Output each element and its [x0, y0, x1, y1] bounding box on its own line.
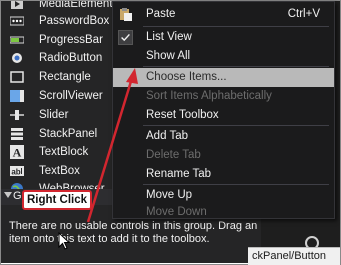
scroll-viewer-icon — [10, 89, 24, 103]
menu-item-move-down[interactable]: Move Down — [113, 203, 334, 222]
toolbox-item-label: Rectangle — [39, 70, 91, 83]
slider-icon — [10, 108, 24, 122]
svg-text:A: A — [13, 145, 22, 159]
menu-item-label: Move Up — [146, 189, 193, 201]
menu-separator — [143, 66, 329, 67]
menu-item-label: Reset Toolbox — [146, 109, 219, 121]
text-block-icon: A — [10, 144, 24, 159]
stack-panel-icon — [10, 127, 24, 141]
menu-separator — [143, 184, 329, 185]
menu-item-label: Show All — [146, 50, 191, 62]
menu-item-label: Delete Tab — [146, 149, 201, 161]
menu-separator — [143, 26, 329, 27]
menu-item-label: Paste — [146, 8, 176, 20]
paste-icon — [120, 8, 132, 21]
toolbox-item-label: TextBox — [39, 164, 80, 177]
toolbox-item-label: ProgressBar — [39, 33, 103, 46]
expand-arrow-icon[interactable] — [4, 192, 12, 198]
right-click-callout: Right Click — [22, 190, 92, 210]
progress-bar-icon — [10, 33, 24, 47]
menu-item-show-all[interactable]: Show All — [113, 47, 334, 66]
toolbox-item-label: MediaElement — [39, 1, 113, 10]
radio-button-icon — [10, 51, 24, 65]
toolbox-item-label: TextBlock — [39, 145, 89, 158]
menu-item-choose-items[interactable]: Choose Items... — [113, 68, 334, 87]
rectangle-icon — [10, 70, 24, 84]
menu-item-paste[interactable]: Paste Ctrl+V — [113, 5, 334, 24]
password-box-icon — [10, 14, 24, 28]
mouse-cursor-icon — [58, 232, 70, 250]
menu-item-rename-tab[interactable]: Rename Tab — [113, 165, 334, 184]
menu-separator — [143, 125, 329, 126]
toolbox-item-label: RadioButton — [39, 51, 103, 64]
group-label: G — [13, 190, 22, 202]
menu-item-shortcut: Ctrl+V — [287, 8, 320, 20]
toolbox-item-label: Slider — [39, 108, 69, 121]
menu-item-label: Rename Tab — [146, 168, 211, 180]
toolbox-item-label: ScrollViewer — [39, 89, 103, 102]
menu-item-add-tab[interactable]: Add Tab — [113, 127, 334, 146]
empty-group-message: There are no usable controls in this gro… — [9, 220, 258, 245]
menu-item-label: Move Down — [146, 206, 207, 218]
text-box-icon: ab — [10, 164, 24, 178]
menu-item-reset-toolbox[interactable]: Reset Toolbox — [113, 106, 334, 125]
checkmark-icon — [118, 30, 133, 45]
status-text: ckPanel/Button — [248, 247, 340, 265]
menu-item-sort-alphabetically[interactable]: Sort Items Alphabetically — [113, 87, 334, 106]
toolbox-item-label: PasswordBox — [39, 14, 110, 27]
menu-item-label: List View — [146, 31, 192, 43]
svg-text:ab: ab — [11, 167, 20, 176]
menu-item-label: Add Tab — [146, 130, 188, 142]
menu-item-label: Choose Items... — [146, 71, 227, 83]
menu-item-label: Sort Items Alphabetically — [146, 90, 272, 102]
menu-item-list-view[interactable]: List View — [113, 28, 334, 47]
context-menu: Paste Ctrl+V List View Show All Choose I… — [112, 1, 335, 219]
toolbox-item-label: StackPanel — [39, 127, 98, 140]
media-element-icon — [10, 1, 24, 11]
menu-item-delete-tab[interactable]: Delete Tab — [113, 146, 334, 165]
